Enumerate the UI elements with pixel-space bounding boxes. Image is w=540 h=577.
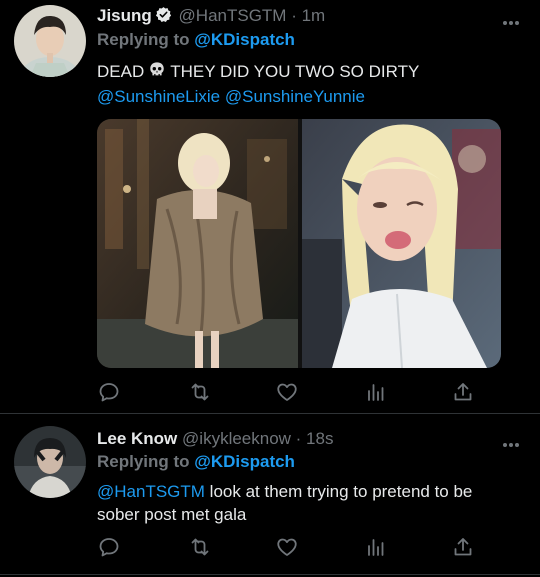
tweet-lee-know[interactable]: Lee Know @ikykleeknow · 18s Replying to …	[0, 414, 540, 577]
tweet-text-start: DEAD	[97, 62, 145, 81]
replying-to: Replying to @KDispatch	[97, 30, 295, 50]
replying-to-label: Replying to	[97, 30, 190, 49]
tweet-text: DEAD THEY DID YOU TWO SO DIRTY @SunshineL…	[97, 60, 517, 108]
tweet-actions	[97, 380, 501, 404]
share-icon[interactable]	[451, 380, 475, 404]
tweet-jisung[interactable]: Jisung @HanTSGTM · 1m Replying to @KDisp…	[0, 0, 540, 413]
replying-to-label: Replying to	[97, 452, 190, 471]
tweet-text: @HanTSGTM look at them trying to pretend…	[97, 480, 517, 526]
reply-icon[interactable]	[97, 535, 121, 559]
more-options-icon[interactable]	[502, 435, 520, 447]
mention-sunshinelixie[interactable]: @SunshineLixie	[97, 87, 220, 106]
tweet-text-end: THEY DID YOU TWO SO DIRTY	[170, 62, 420, 81]
verified-badge-icon	[155, 6, 172, 28]
like-icon[interactable]	[275, 535, 299, 559]
tweet-media[interactable]	[97, 119, 501, 368]
retweet-icon[interactable]	[188, 380, 212, 404]
skull-icon	[148, 61, 166, 85]
avatar-lee-know[interactable]	[14, 426, 86, 498]
reply-icon[interactable]	[97, 380, 121, 404]
retweet-icon[interactable]	[188, 535, 212, 559]
handle[interactable]: @HanTSGTM	[179, 6, 287, 25]
like-icon[interactable]	[275, 380, 299, 404]
tweet-divider	[0, 574, 540, 575]
more-options-icon[interactable]	[502, 13, 520, 25]
mention-sunshineyunnie[interactable]: @SunshineYunnie	[225, 87, 365, 106]
tweet-text-line2: sober post met gala	[97, 505, 247, 524]
avatar-jisung[interactable]	[14, 5, 86, 77]
display-name[interactable]: Jisung	[97, 6, 152, 25]
display-name[interactable]: Lee Know	[97, 429, 177, 448]
tweet-actions	[97, 535, 501, 559]
handle[interactable]: @ikykleeknow	[182, 429, 291, 448]
photo-fur-coat[interactable]	[97, 119, 298, 368]
timestamp[interactable]: · 1m	[291, 6, 325, 25]
timestamp[interactable]: · 18s	[296, 429, 334, 448]
reply-to-mention[interactable]: @KDispatch	[194, 30, 295, 49]
views-icon[interactable]	[364, 380, 388, 404]
tweet-header: Lee Know @ikykleeknow · 18s	[97, 429, 333, 449]
share-icon[interactable]	[451, 535, 475, 559]
photo-blond-tongue[interactable]	[302, 119, 501, 368]
views-icon[interactable]	[364, 535, 388, 559]
mention-hantsgtm[interactable]: @HanTSGTM	[97, 482, 205, 501]
reply-to-mention[interactable]: @KDispatch	[194, 452, 295, 471]
replying-to: Replying to @KDispatch	[97, 452, 295, 472]
tweet-text-line1: look at them trying to pretend to be	[209, 482, 473, 501]
tweet-header: Jisung @HanTSGTM · 1m	[97, 6, 325, 28]
